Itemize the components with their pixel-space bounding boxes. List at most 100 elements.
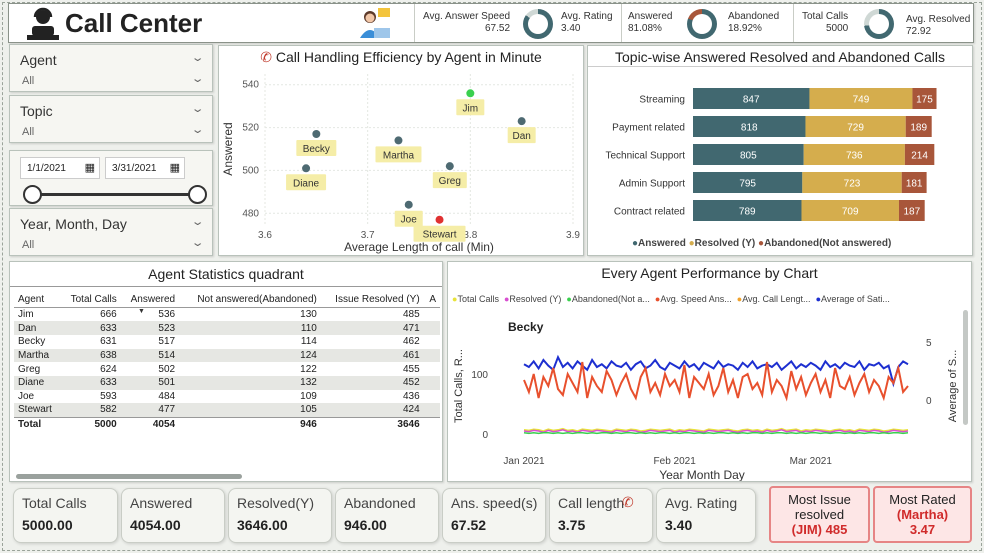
col-agent[interactable]: Agent: [14, 292, 61, 308]
x-tick-label: Mar 2021: [790, 456, 833, 467]
header-bar: Call Center Avg. Answer Speed 67.52 Avg.…: [8, 3, 974, 43]
table-row[interactable]: Diane 633 501 132 452: [14, 375, 440, 390]
kpi-group-total: Total Calls 5000 Avg. Resolved 72.92: [793, 4, 973, 42]
answered-donut: [687, 9, 717, 39]
table-cell: Stewart: [14, 403, 61, 417]
scatter-dot[interactable]: [466, 89, 475, 98]
page-title: Call Center: [65, 8, 203, 38]
table-row[interactable]: Stewart 582 477 105 424: [14, 403, 440, 417]
end-date-input[interactable]: 3/31/2021 ▦: [105, 157, 185, 179]
point-label: Becky: [303, 144, 330, 155]
scatter-dot[interactable]: [302, 164, 311, 173]
legend-item[interactable]: ●Avg. Speed Ans...: [655, 294, 732, 304]
series-line[interactable]: [523, 432, 909, 435]
table-cell: 424: [320, 403, 424, 417]
scatter-point-becky[interactable]: Becky: [296, 130, 337, 156]
col-total-calls[interactable]: Total Calls: [60, 292, 121, 308]
point-label: Diane: [293, 178, 320, 189]
calendar-icon[interactable]: ▦: [85, 161, 95, 174]
table-row[interactable]: Becky 631 517 114 462: [14, 335, 440, 349]
y-axis-left-label: Total Calls, R...: [453, 349, 465, 423]
horizontal-scrollbar[interactable]: [16, 474, 242, 479]
table-cell: 523: [120, 321, 180, 335]
scatter-dot[interactable]: [312, 130, 321, 138]
date-slider-track[interactable]: [32, 193, 198, 196]
chevron-down-icon[interactable]: ⌄: [190, 51, 204, 64]
chevron-down-icon[interactable]: ⌄: [190, 72, 204, 85]
perf-panel: Every Agent Performance by Chart ●Total …: [447, 261, 972, 482]
date-slider-start-handle[interactable]: [23, 185, 42, 204]
scatter-point-dan[interactable]: Dan: [507, 117, 536, 144]
table-cell: 666: [100, 309, 117, 321]
call-center-agent-icon: [27, 7, 59, 40]
scatter-dot[interactable]: [394, 136, 403, 145]
table-cell: 582: [60, 403, 121, 417]
col-answered[interactable]: Answered: [120, 292, 180, 308]
scatter-point-joe[interactable]: Joe: [394, 200, 423, 227]
most-resolved-card: Most Issue resolved (JIM) 485: [769, 486, 870, 543]
kpi-card-answered: Answered 4054.00: [121, 488, 225, 543]
col-resolved[interactable]: Issue Resolved (Y): [320, 292, 424, 308]
chevron-down-icon[interactable]: ⌄: [190, 236, 204, 249]
kpi-card-ans-speed-s: Ans. speed(s) 67.52: [442, 488, 546, 543]
agent-name-label: Becky: [508, 320, 544, 334]
x-axis-label: Year Month Day: [659, 468, 745, 481]
table-cell: 485: [402, 309, 420, 321]
ymd-slicer[interactable]: Year, Month, Day ⌄ All ⌄: [9, 208, 213, 256]
phone-icon: ✆: [622, 494, 634, 510]
chevron-down-icon[interactable]: ⌄: [190, 102, 204, 115]
table-cell: Diane: [14, 375, 61, 390]
table-cell: 502: [158, 363, 176, 375]
col-more[interactable]: A: [423, 292, 440, 308]
phone-icon: ✆: [260, 49, 272, 65]
table-row[interactable]: Joe 593 484 109 436: [14, 390, 440, 404]
point-label: Dan: [512, 131, 530, 142]
bar-value-label: 181: [906, 179, 923, 190]
scatter-dot[interactable]: [435, 215, 444, 224]
scatter-dot[interactable]: [404, 200, 413, 209]
series-line[interactable]: [523, 361, 909, 402]
date-slider-end-handle[interactable]: [188, 185, 207, 204]
table-cell: 452: [320, 375, 424, 390]
most-rated-card: Most Rated (Martha) 3.47: [873, 486, 972, 543]
scatter-title: Call Handling Efficiency by Agent in Min…: [275, 49, 542, 65]
table-row[interactable]: Martha 638 514 124 461: [14, 348, 440, 363]
scatter-dot[interactable]: [445, 162, 454, 171]
scatter-panel: ✆ Call Handling Efficiency by Agent in M…: [218, 45, 584, 256]
y-tick-label: 100: [471, 370, 488, 381]
legend-item[interactable]: ●Abandoned(Not a...: [566, 294, 650, 304]
table-cell: 633: [60, 321, 121, 335]
agent-stats-table: Agent Total Calls Answered Not answered(…: [14, 292, 440, 431]
y-right-tick-label: 0: [926, 396, 932, 407]
table-row[interactable]: Dan 633 523 110 471: [14, 321, 440, 335]
perf-legend: ●Total Calls ●Resolved (Y) ●Abandoned(Not …: [452, 294, 895, 304]
legend-item[interactable]: ●Avg. Call Lengt...: [737, 294, 811, 304]
kpi-group-speed: Avg. Answer Speed 67.52 Avg. Rating 3.40: [414, 4, 621, 42]
table-cell: 455: [402, 363, 420, 375]
scatter-point-jim[interactable]: Jim: [456, 89, 485, 116]
bar-value-label: 847: [743, 95, 760, 106]
col-abandoned[interactable]: Not answered(Abandoned): [179, 292, 321, 308]
chevron-down-icon[interactable]: ⌄: [190, 215, 204, 228]
calendar-icon[interactable]: ▦: [170, 161, 180, 174]
operator-illustration-icon: [360, 8, 390, 38]
bar-value-label: 214: [911, 151, 928, 162]
table-row[interactable]: Jim 666 536 130 485: [14, 308, 440, 322]
topic-slicer[interactable]: Topic ⌄ All ⌄: [9, 95, 213, 143]
table-row[interactable]: Greg 624 502 122 455: [14, 362, 440, 376]
table-total-row: Total 5000 4054 946 3646: [14, 416, 440, 431]
scatter-point-martha[interactable]: Martha: [375, 136, 422, 163]
start-date-input[interactable]: 1/1/2021 ▦: [20, 157, 100, 179]
agent-slicer[interactable]: Agent ⌄ All ⌄: [9, 44, 213, 92]
scatter-dot[interactable]: [517, 117, 526, 126]
vertical-scrollbar[interactable]: [963, 310, 968, 425]
legend-item[interactable]: ●Resolved (Y): [504, 294, 561, 304]
scatter-point-greg[interactable]: Greg: [432, 162, 467, 189]
chevron-down-icon[interactable]: ⌄: [190, 123, 204, 136]
table-cell: 593: [100, 390, 117, 402]
scatter-point-diane[interactable]: Diane: [286, 164, 327, 191]
y-tick-label: 0: [482, 430, 488, 441]
legend-item[interactable]: ●Total Calls: [452, 294, 499, 304]
legend-item[interactable]: ●Average of Sati...: [816, 294, 890, 304]
y-axis-label: Answered: [221, 122, 235, 175]
